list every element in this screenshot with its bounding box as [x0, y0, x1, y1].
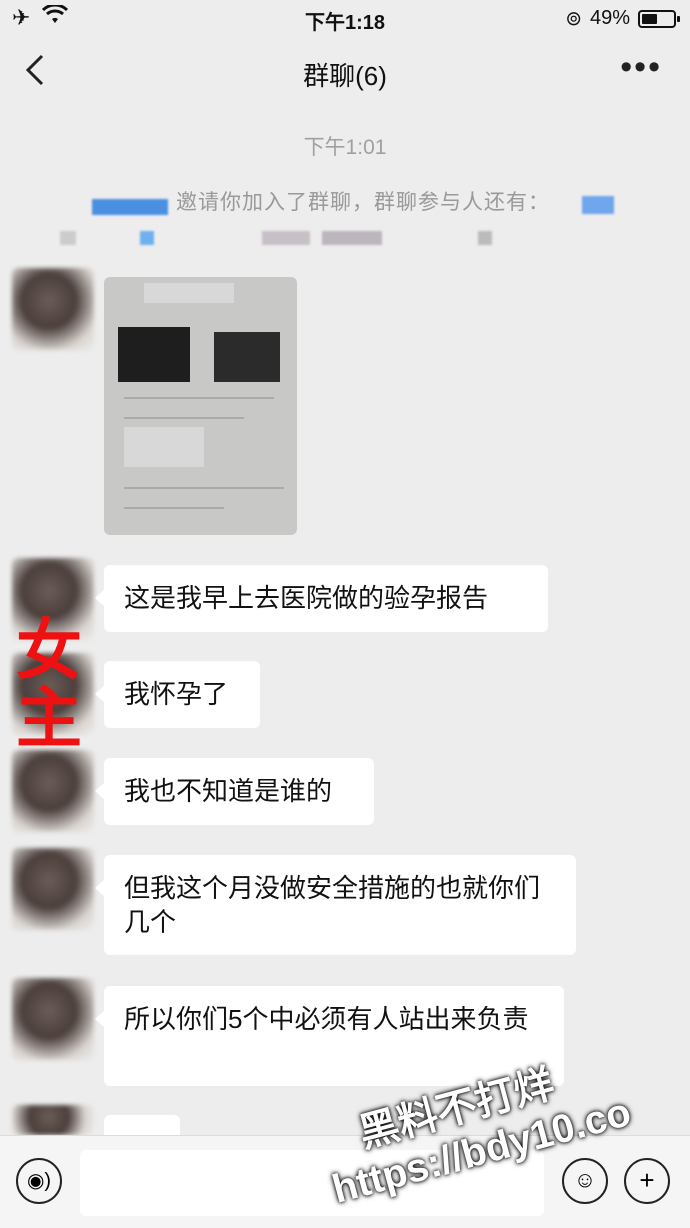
emoji-icon: ☺	[573, 1167, 597, 1192]
plus-icon: +	[639, 1165, 655, 1195]
emoji-button[interactable]: ☺	[562, 1158, 608, 1204]
redacted-name	[92, 199, 168, 215]
more-button[interactable]: •••	[620, 48, 662, 87]
message-bubble[interactable]: 这是我早上去医院做的验孕报告	[95, 565, 548, 632]
redacted-block	[124, 427, 204, 467]
report-line	[124, 397, 274, 399]
plus-button[interactable]: +	[624, 1158, 670, 1204]
redacted-block	[478, 231, 492, 245]
status-right: ⊚ 49%	[565, 6, 680, 31]
message-bubble[interactable]: 我也不知道是谁的	[95, 758, 374, 825]
redacted-block	[262, 231, 310, 245]
chat-title: 群聊(6)	[303, 61, 387, 91]
message-bubble[interactable]: 但我这个月没做安全措施的也就你们几个	[95, 855, 576, 955]
redacted-block	[60, 231, 76, 245]
avatar[interactable]	[12, 1105, 94, 1135]
redacted-block	[144, 283, 234, 303]
avatar[interactable]	[12, 750, 94, 832]
voice-button[interactable]: ◉)	[16, 1158, 62, 1204]
message-bubble[interactable]	[104, 1115, 180, 1135]
battery-icon	[638, 9, 680, 28]
avatar[interactable]	[12, 978, 94, 1060]
nav-bar: 群聊(6) •••	[0, 38, 690, 106]
rotation-lock-icon: ⊚	[565, 8, 582, 30]
more-dots-icon: •••	[620, 48, 662, 86]
avatar[interactable]	[12, 268, 94, 350]
report-line	[124, 487, 284, 489]
battery-fill	[642, 13, 657, 24]
ultrasound-scan	[118, 327, 190, 382]
redacted-block	[322, 231, 382, 245]
ultrasound-scan	[214, 332, 280, 382]
redacted-block	[140, 231, 154, 245]
redacted-name	[582, 196, 614, 214]
image-message[interactable]	[104, 277, 297, 535]
overlay-label: 女主	[16, 613, 82, 755]
voice-icon: ◉)	[26, 1170, 52, 1192]
battery-percent: 49%	[589, 7, 630, 29]
report-line	[124, 417, 244, 419]
status-bar: ✈ 下午1:18 ⊚ 49%	[0, 0, 690, 38]
report-line	[124, 507, 224, 509]
avatar[interactable]	[12, 848, 94, 930]
system-message: 邀请你加入了群聊，群聊参与人还有：	[176, 191, 550, 214]
chat-timestamp: 下午1:01	[303, 136, 387, 159]
message-bubble[interactable]: 我怀孕了	[95, 661, 260, 728]
